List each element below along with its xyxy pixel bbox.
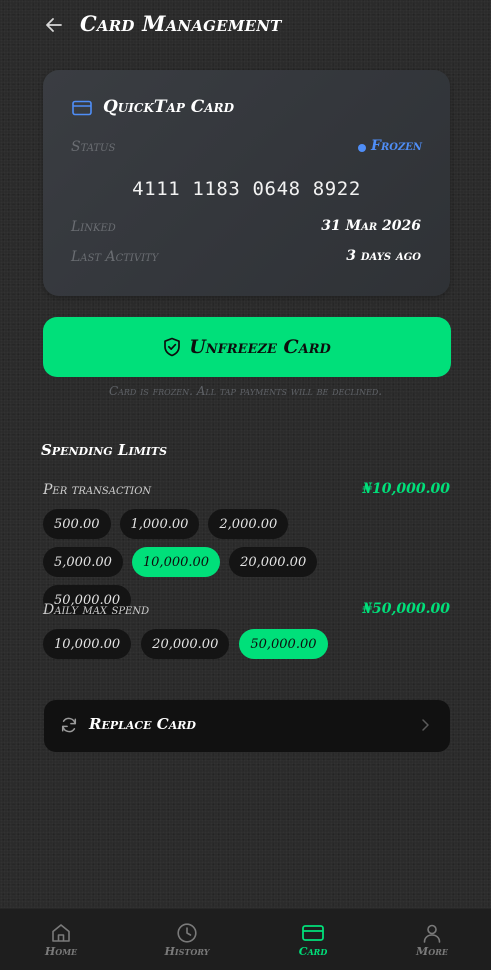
nav-label-history: History <box>164 945 210 958</box>
credit-card-icon <box>72 100 92 116</box>
unfreeze-card-label: Unfreeze Card <box>189 336 331 358</box>
per-transaction-option-chip[interactable]: 2,000.00 <box>208 509 289 539</box>
per-transaction-option-chip[interactable]: 20,000.00 <box>229 547 318 577</box>
last-activity-value: 3 days ago <box>346 248 421 264</box>
nav-label-home: Home <box>44 945 78 958</box>
bottom-nav: Home History Card More <box>0 908 491 970</box>
frozen-notice: Card is frozen. All tap payments will be… <box>108 384 383 398</box>
replace-card-button[interactable]: Replace Card <box>44 700 450 752</box>
per-transaction-label: Per transaction <box>43 482 152 498</box>
card-name: QuickTap Card <box>103 97 234 117</box>
replace-card-label: Replace Card <box>89 715 196 733</box>
last-activity-label: Last Activity <box>71 249 159 265</box>
card-number: 4111 1183 0648 8922 <box>132 178 361 200</box>
per-transaction-option-chip[interactable]: 5,000.00 <box>43 547 123 577</box>
daily-max-label: Daily max spend <box>43 602 150 618</box>
header: Card Management <box>0 0 491 50</box>
per-transaction-option-chip[interactable]: 1,000.00 <box>119 509 200 539</box>
card-icon <box>302 925 324 941</box>
back-arrow-icon[interactable] <box>42 13 66 37</box>
linked-label: Linked <box>71 219 116 235</box>
nav-label-card: Card <box>298 945 328 958</box>
clock-icon <box>177 923 197 943</box>
daily-max-option-chip[interactable]: 50,000.00 <box>239 629 328 659</box>
chevron-right-icon <box>422 719 429 731</box>
unfreeze-card-button[interactable]: Unfreeze Card <box>43 317 451 377</box>
card-panel: QuickTap Card Status Frozen 4111 1183 06… <box>43 70 450 296</box>
refresh-icon <box>61 717 77 733</box>
linked-value: 31 Mar 2026 <box>321 218 421 234</box>
per-transaction-value: ₦10,000.00 <box>362 481 450 497</box>
status-label: Status <box>71 139 116 155</box>
user-icon <box>423 924 441 943</box>
page-title: Card Management <box>80 11 282 36</box>
nav-item-more[interactable]: More <box>371 909 491 970</box>
spending-limits-heading: Spending Limits <box>41 441 168 459</box>
per-transaction-option-chip[interactable]: 500.00 <box>43 509 111 539</box>
nav-label-more: More <box>416 945 448 958</box>
shield-check-icon <box>164 337 181 357</box>
daily-max-options: 10,000.00 20,000.00 50,000.00 <box>43 629 383 659</box>
status-dot-icon <box>358 144 366 152</box>
home-icon <box>52 924 70 942</box>
nav-item-card[interactable]: Card <box>252 909 374 970</box>
nav-item-history[interactable]: History <box>126 909 248 970</box>
status-badge: Frozen <box>371 138 423 154</box>
per-transaction-option-chip[interactable]: 10,000.00 <box>131 547 221 577</box>
nav-item-home[interactable]: Home <box>0 909 122 970</box>
daily-max-value: ₦50,000.00 <box>362 601 450 617</box>
per-transaction-options: 500.00 1,000.00 2,000.00 5,000.00 10,000.00 2… <box>43 509 373 615</box>
daily-max-option-chip[interactable]: 10,000.00 <box>43 629 132 659</box>
daily-max-option-chip[interactable]: 20,000.00 <box>141 629 230 659</box>
